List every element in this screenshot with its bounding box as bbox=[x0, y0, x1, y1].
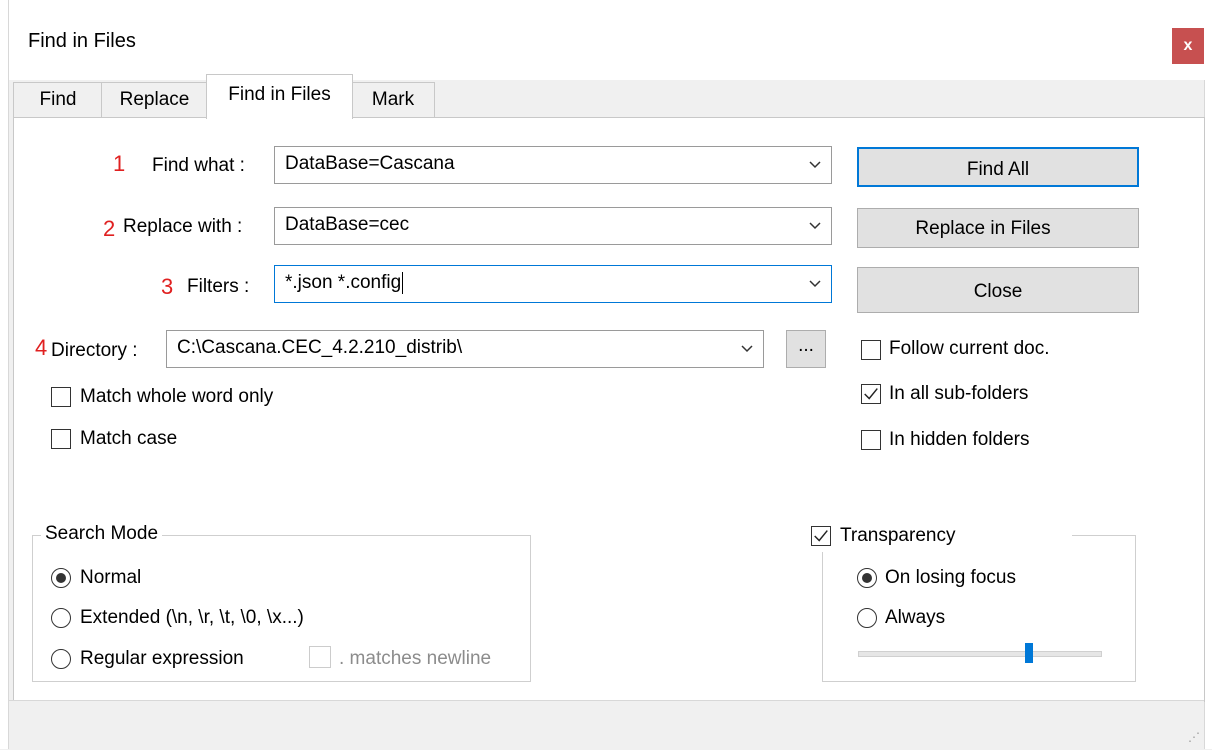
chevron-down-icon[interactable] bbox=[739, 341, 755, 357]
close-button[interactable]: Close bbox=[857, 267, 1139, 313]
filters-label: Filters : bbox=[187, 276, 250, 297]
transparency-checkbox[interactable] bbox=[811, 526, 831, 546]
transparency-on-losing-focus-radio[interactable] bbox=[857, 568, 877, 588]
replace-with-combo[interactable]: DataBase=cec bbox=[274, 207, 832, 245]
title-bar bbox=[0, 0, 1212, 80]
in-hidden-folders-checkbox[interactable] bbox=[861, 430, 881, 450]
in-all-subfolders-label: In all sub-folders bbox=[889, 383, 1029, 404]
window-right-edge bbox=[1204, 80, 1212, 749]
follow-current-doc-label: Follow current doc. bbox=[889, 338, 1050, 359]
close-window-button[interactable]: x bbox=[1172, 28, 1204, 64]
check-icon bbox=[814, 530, 828, 542]
transparency-label: Transparency bbox=[840, 525, 956, 546]
match-whole-word-label: Match whole word only bbox=[80, 386, 274, 407]
browse-directory-button[interactable]: ... bbox=[786, 330, 826, 368]
annotation-4: 4 bbox=[35, 335, 48, 360]
transparency-slider-track[interactable] bbox=[858, 651, 1102, 657]
tab-mark[interactable]: Mark bbox=[351, 82, 435, 117]
replace-in-files-label: Replace in Files bbox=[915, 218, 1051, 239]
chevron-down-icon[interactable] bbox=[807, 276, 823, 292]
radio-selected-dot bbox=[862, 573, 872, 583]
search-mode-regex-label: Regular expression bbox=[80, 648, 244, 669]
tab-replace[interactable]: Replace bbox=[101, 82, 208, 117]
tab-find[interactable]: Find bbox=[13, 82, 103, 117]
find-what-combo[interactable]: DataBase=Cascana bbox=[274, 146, 832, 184]
directory-combo[interactable]: C:\Cascana.CEC_4.2.210_distrib\ bbox=[166, 330, 764, 368]
dialog-footer bbox=[9, 700, 1204, 750]
match-case-label: Match case bbox=[80, 428, 178, 449]
resize-grip-icon[interactable]: ⋰ bbox=[1188, 730, 1200, 744]
replace-in-files-button[interactable]: Replace in Files bbox=[857, 208, 1139, 248]
search-mode-normal-label: Normal bbox=[80, 567, 142, 588]
search-mode-title: Search Mode bbox=[41, 523, 163, 545]
transparency-always-label: Always bbox=[885, 607, 946, 628]
check-icon bbox=[864, 388, 878, 400]
search-mode-regex-radio[interactable] bbox=[51, 649, 71, 669]
find-all-button[interactable]: Find All bbox=[857, 147, 1139, 187]
directory-label: Directory : bbox=[51, 340, 138, 361]
chevron-down-icon[interactable] bbox=[807, 157, 823, 173]
search-mode-extended-label: Extended (\n, \r, \t, \0, \x...) bbox=[80, 607, 304, 628]
matches-newline-label: . matches newline bbox=[339, 648, 492, 669]
in-all-subfolders-checkbox[interactable] bbox=[861, 384, 881, 404]
match-whole-word-checkbox[interactable] bbox=[51, 387, 71, 407]
annotation-3: 3 bbox=[161, 274, 174, 299]
in-hidden-folders-label: In hidden folders bbox=[889, 429, 1030, 450]
window-left-edge bbox=[0, 0, 9, 749]
transparency-on-losing-focus-label: On losing focus bbox=[885, 567, 1016, 588]
tab-find-in-files[interactable]: Find in Files bbox=[206, 74, 353, 119]
search-mode-extended-radio[interactable] bbox=[51, 608, 71, 628]
find-what-label: Find what : bbox=[152, 155, 245, 176]
match-case-checkbox[interactable] bbox=[51, 429, 71, 449]
matches-newline-checkbox[interactable] bbox=[309, 646, 331, 668]
filters-value: *.json *.config bbox=[285, 272, 404, 294]
filters-value-text: *.json *.config bbox=[285, 272, 402, 294]
chevron-down-icon[interactable] bbox=[807, 218, 823, 234]
text-caret bbox=[402, 272, 404, 294]
replace-with-value: DataBase=cec bbox=[285, 214, 410, 235]
annotation-1: 1 bbox=[113, 151, 126, 176]
find-what-value: DataBase=Cascana bbox=[285, 153, 455, 174]
filters-combo[interactable]: *.json *.config bbox=[274, 265, 832, 303]
transparency-slider-thumb[interactable] bbox=[1024, 643, 1033, 663]
search-mode-normal-radio[interactable] bbox=[51, 568, 71, 588]
replace-with-label: Replace with : bbox=[123, 216, 243, 237]
window-title: Find in Files bbox=[28, 30, 136, 52]
follow-current-doc-checkbox[interactable] bbox=[861, 340, 881, 360]
directory-value: C:\Cascana.CEC_4.2.210_distrib\ bbox=[177, 337, 463, 358]
radio-selected-dot bbox=[56, 573, 66, 583]
transparency-always-radio[interactable] bbox=[857, 608, 877, 628]
annotation-2: 2 bbox=[103, 216, 116, 241]
